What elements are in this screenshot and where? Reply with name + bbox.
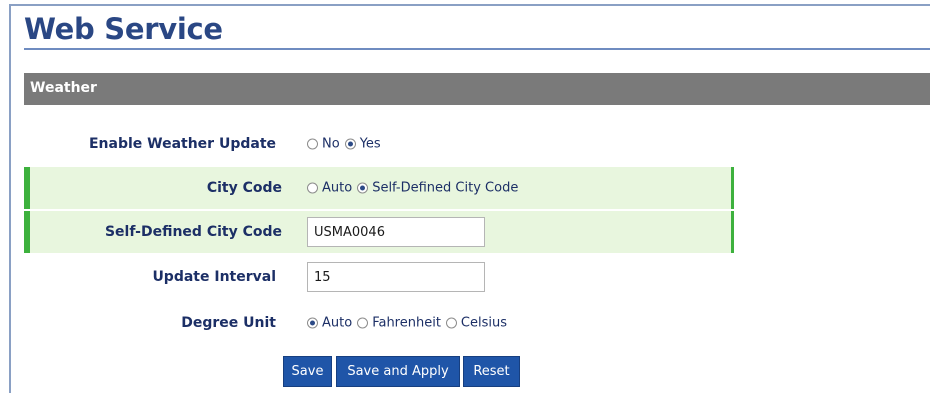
reset-button[interactable]: Reset <box>463 356 520 387</box>
degree-unit-celsius-label[interactable]: Celsius <box>461 316 507 331</box>
self-defined-city-code-label: Self-Defined City Code <box>104 224 282 240</box>
degree-unit-fahrenheit-label[interactable]: Fahrenheit <box>372 316 441 331</box>
degree-unit-auto-radio[interactable] <box>307 317 318 329</box>
city-code-self-defined-radio[interactable] <box>357 182 369 194</box>
city-code-auto-label[interactable]: Auto <box>322 181 352 196</box>
weather-update-no-label[interactable]: No <box>322 137 340 152</box>
city-code-row: City Code Auto Self-Defined City Code <box>24 167 734 209</box>
update-interval-row: Update Interval <box>24 256 734 298</box>
city-code-label: City Code <box>206 180 282 196</box>
update-interval-control <box>307 262 485 292</box>
degree-unit-options: Auto Fahrenheit Celsius <box>307 316 512 331</box>
self-defined-city-code-row: Self-Defined City Code <box>24 211 734 253</box>
update-interval-input[interactable] <box>307 262 485 292</box>
city-code-auto-radio[interactable] <box>307 182 318 194</box>
enable-weather-update-options: No Yes <box>307 137 386 152</box>
weather-update-yes-label[interactable]: Yes <box>360 137 381 152</box>
section-title: Weather <box>30 80 97 96</box>
degree-unit-label: Degree Unit <box>181 315 276 331</box>
page-title: Web Service <box>24 12 223 46</box>
degree-unit-row: Degree Unit Auto Fahrenheit Celsius <box>24 302 734 344</box>
self-defined-city-code-input[interactable] <box>307 217 485 247</box>
enable-weather-update-row: Enable Weather Update No Yes <box>24 123 734 165</box>
degree-unit-fahrenheit-radio[interactable] <box>357 317 369 329</box>
section-header: Weather <box>24 73 930 105</box>
page-frame-top-border <box>9 4 930 6</box>
city-code-options: Auto Self-Defined City Code <box>307 181 523 196</box>
title-divider <box>24 48 930 50</box>
page-frame-left-border <box>9 4 11 393</box>
enable-weather-update-label: Enable Weather Update <box>88 136 276 152</box>
self-defined-city-code-control <box>307 217 485 247</box>
update-interval-label: Update Interval <box>152 269 276 285</box>
save-button[interactable]: Save <box>283 356 332 387</box>
degree-unit-celsius-radio[interactable] <box>445 317 457 329</box>
weather-update-no-radio[interactable] <box>307 138 318 150</box>
city-code-self-defined-label[interactable]: Self-Defined City Code <box>372 181 518 196</box>
save-and-apply-button[interactable]: Save and Apply <box>336 356 460 387</box>
degree-unit-auto-label[interactable]: Auto <box>322 316 352 331</box>
weather-update-yes-radio[interactable] <box>344 138 356 150</box>
